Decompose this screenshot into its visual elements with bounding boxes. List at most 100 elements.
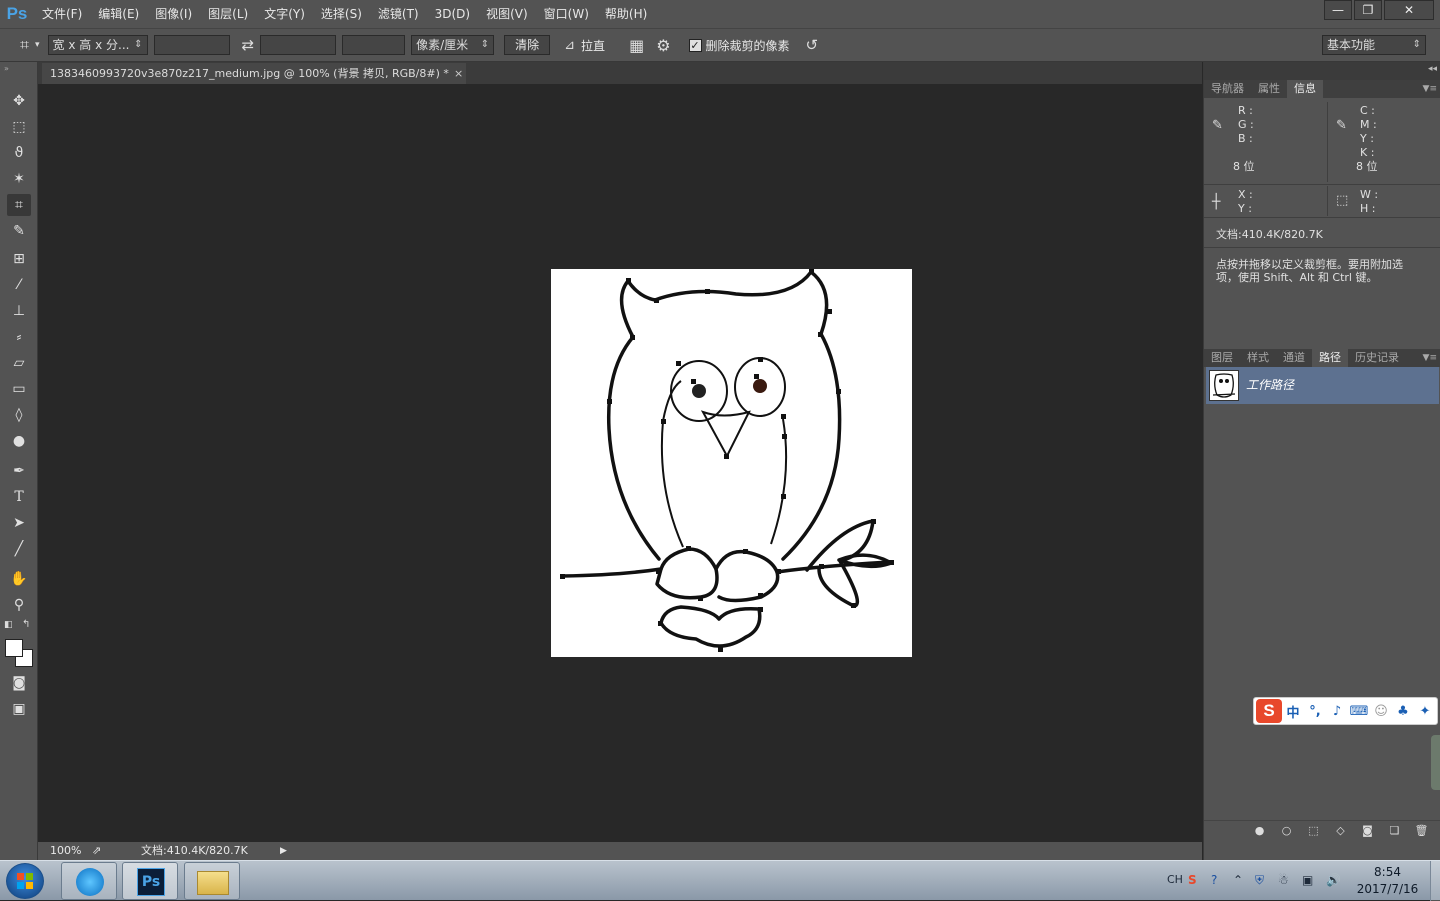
add-mask-icon[interactable]: ◙ (1354, 824, 1381, 837)
tab-history[interactable]: 历史记录 (1348, 349, 1406, 367)
network-icon[interactable]: ▣ (1302, 873, 1313, 887)
user-icon[interactable]: ☺ (1370, 704, 1392, 719)
tab-layers[interactable]: 图层 (1204, 349, 1240, 367)
punctuation-icon[interactable]: °, (1304, 704, 1326, 719)
screen-mode-icon[interactable]: ▣ (7, 698, 31, 720)
ime-language-toggle[interactable]: 中 (1282, 702, 1304, 721)
tab-navigator[interactable]: 导航器 (1204, 80, 1251, 98)
stroke-path-icon[interactable]: ○ (1273, 824, 1300, 837)
menu-select[interactable]: 选择(S) (313, 0, 370, 28)
tab-channels[interactable]: 通道 (1276, 349, 1312, 367)
menu-layer[interactable]: 图层(L) (200, 0, 256, 28)
history-brush-icon[interactable]: ⸗ (7, 326, 31, 348)
reset-icon[interactable]: ↺ (806, 36, 819, 54)
crop-tool-preset-icon[interactable]: ⌗ (20, 35, 29, 55)
close-window-button[interactable]: ✕ (1384, 0, 1434, 20)
qq-icon[interactable]: ☃ (1278, 873, 1289, 887)
height-input[interactable] (260, 35, 337, 55)
line-tool-icon[interactable]: ╱ (7, 538, 31, 560)
tab-info[interactable]: 信息 (1287, 80, 1323, 98)
load-selection-icon[interactable]: ⬚ (1300, 824, 1327, 837)
zoom-level[interactable]: 100% (50, 842, 81, 860)
tools-icon[interactable]: ✦ (1414, 704, 1436, 719)
swap-colors-icon[interactable]: ↰ (22, 619, 30, 630)
gradient-tool-icon[interactable]: ▭ (7, 378, 31, 400)
start-button[interactable] (6, 863, 44, 899)
unit-select[interactable]: 像素/厘米 (411, 35, 495, 55)
work-path-row[interactable]: 工作路径 (1206, 367, 1439, 404)
clock-date[interactable]: 2017/7/16 (1350, 882, 1425, 896)
workspace-select[interactable]: 基本功能 (1322, 35, 1426, 55)
canvas-area[interactable] (38, 84, 1202, 842)
menu-view[interactable]: 视图(V) (478, 0, 536, 28)
panel-menu-icon[interactable]: ▼≡ (1423, 349, 1437, 367)
marquee-tool-icon[interactable]: ⬚ (7, 116, 31, 138)
brush-tool-icon[interactable]: ⁄ (7, 274, 31, 296)
resolution-input[interactable] (342, 35, 406, 55)
magic-wand-icon[interactable]: ✶ (7, 168, 31, 190)
sogou-tray-icon[interactable]: S (1188, 873, 1197, 887)
side-widget-handle[interactable] (1431, 735, 1440, 790)
menu-image[interactable]: 图像(I) (147, 0, 200, 28)
clone-stamp-icon[interactable]: ⊥ (7, 300, 31, 322)
blur-tool-icon[interactable]: ◊ (7, 404, 31, 426)
crop-tool-icon[interactable]: ⌗ (7, 194, 31, 216)
menu-type[interactable]: 文字(Y) (256, 0, 313, 28)
eyedropper-icon[interactable]: ✎ (7, 220, 31, 242)
menu-help[interactable]: 帮助(H) (597, 0, 655, 28)
menu-filter[interactable]: 滤镜(T) (370, 0, 427, 28)
straighten-label[interactable]: 拉直 (581, 37, 605, 54)
menu-edit[interactable]: 编辑(E) (90, 0, 147, 28)
menu-window[interactable]: 窗口(W) (536, 0, 597, 28)
foreground-color-swatch[interactable] (5, 639, 23, 657)
export-icon[interactable]: ⇗ (92, 842, 101, 860)
new-path-icon[interactable]: ❏ (1381, 824, 1408, 837)
menu-file[interactable]: 文件(F) (34, 0, 90, 28)
taskbar-browser-app[interactable] (61, 862, 117, 900)
path-selection-icon[interactable]: ➤ (7, 512, 31, 534)
make-work-path-icon[interactable]: ◇ (1327, 824, 1354, 837)
menu-3d[interactable]: 3D(D) (427, 0, 478, 28)
tray-language[interactable]: CH (1167, 873, 1183, 886)
pen-tool-icon[interactable]: ✒ (7, 460, 31, 482)
move-tool-icon[interactable]: ✥ (7, 90, 31, 112)
keyboard-icon[interactable]: ⌨ (1348, 704, 1370, 719)
hand-tool-icon[interactable]: ✋ (7, 568, 31, 590)
close-tab-icon[interactable]: × (454, 63, 463, 84)
volume-icon[interactable]: 🔊 (1326, 873, 1341, 887)
clear-button[interactable]: 清除 (504, 35, 551, 55)
ratio-select[interactable]: 宽 x 高 x 分... (47, 35, 148, 55)
width-input[interactable] (153, 35, 230, 55)
collapse-panels-icon[interactable]: ◂◂ (1428, 64, 1437, 74)
show-desktop-button[interactable] (1430, 861, 1440, 901)
restore-button[interactable]: ❐ (1354, 0, 1382, 20)
chevron-down-icon[interactable]: ▾ (35, 40, 40, 50)
lasso-tool-icon[interactable]: ϑ (7, 142, 31, 164)
zoom-tool-icon[interactable]: ⚲ (7, 594, 31, 616)
default-colors-icon[interactable]: ◧ (4, 620, 13, 630)
shield-icon[interactable]: ⛨ (1255, 873, 1264, 888)
collapse-arrows-icon[interactable]: » (4, 64, 9, 73)
trash-icon[interactable]: 🗑 (1408, 824, 1435, 837)
swap-icon[interactable]: ⇄ (242, 36, 255, 54)
sogou-logo[interactable]: S (1256, 699, 1282, 723)
type-tool-icon[interactable]: T (7, 486, 31, 508)
healing-brush-icon[interactable]: ⊞ (7, 248, 31, 270)
taskbar-photoshop-app[interactable]: Ps (122, 862, 178, 900)
tab-styles[interactable]: 样式 (1240, 349, 1276, 367)
clock-time[interactable]: 8:54 (1350, 865, 1425, 879)
tab-properties[interactable]: 属性 (1251, 80, 1287, 98)
document-canvas[interactable] (551, 269, 912, 657)
panel-menu-icon[interactable]: ▼≡ (1423, 80, 1437, 98)
grid-overlay-icon[interactable]: ▦ (629, 36, 644, 55)
tab-paths[interactable]: 路径 (1312, 349, 1348, 367)
taskbar-explorer-app[interactable] (184, 862, 240, 900)
work-path-name[interactable]: 工作路径 (1246, 367, 1294, 404)
eraser-icon[interactable]: ▱ (7, 352, 31, 374)
status-menu-arrow[interactable]: ▶ (280, 842, 287, 860)
microphone-icon[interactable]: ♪ (1326, 704, 1348, 719)
document-tab[interactable]: 1383460993720v3e870z217_medium.jpg @ 100… (42, 63, 466, 84)
minimize-button[interactable]: — (1324, 0, 1352, 20)
gear-icon[interactable]: ⚙ (656, 36, 670, 55)
tray-overflow-icon[interactable]: ⌃ (1233, 873, 1243, 887)
